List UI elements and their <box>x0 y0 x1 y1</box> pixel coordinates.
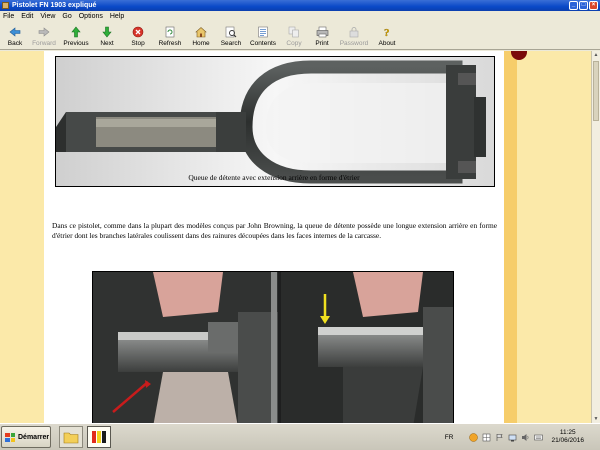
toolbar: Back Forward Previous Next Stop Refresh <box>0 22 600 50</box>
search-icon <box>224 26 238 39</box>
back-arrow-icon <box>8 26 22 39</box>
folder-icon <box>63 432 79 443</box>
maximize-button[interactable]: □ <box>579 1 588 10</box>
print-button[interactable]: Print <box>308 22 336 50</box>
refresh-icon <box>163 26 177 39</box>
menu-go[interactable]: Go <box>62 13 71 20</box>
help-viewer-icon <box>92 431 106 443</box>
trigger-photo <box>55 56 495 187</box>
forward-button[interactable]: Forward <box>28 22 60 50</box>
scroll-down-icon[interactable]: ▼ <box>592 415 600 423</box>
taskbar-help-viewer[interactable] <box>87 426 111 448</box>
password-button[interactable]: Password <box>336 22 372 50</box>
windows-logo-icon <box>5 432 15 442</box>
previous-button[interactable]: Previous <box>60 22 92 50</box>
notification-icon[interactable] <box>469 432 479 442</box>
window-title: Pistolet FN 1903 expliqué <box>12 2 97 9</box>
action-center-icon[interactable] <box>482 433 491 442</box>
content-area: Queue de détente avec extension arrière … <box>0 51 600 423</box>
taskbar: Démarrer FR 11:25 21/06/2016 <box>0 423 600 450</box>
menu-help[interactable]: Help <box>110 13 124 20</box>
window-title-bar[interactable]: Pistolet FN 1903 expliqué _ □ × <box>0 0 600 11</box>
minimize-button[interactable]: _ <box>569 1 578 10</box>
password-icon <box>347 26 361 39</box>
next-icon <box>100 26 114 39</box>
keyboard-icon[interactable] <box>534 433 544 442</box>
close-button[interactable]: × <box>589 1 598 10</box>
stop-button[interactable]: Stop <box>122 22 154 50</box>
menu-bar: File Edit View Go Options Help <box>0 11 600 22</box>
menu-file[interactable]: File <box>3 13 14 20</box>
clock-time: 11:25 <box>559 429 576 436</box>
menu-edit[interactable]: Edit <box>21 13 33 20</box>
print-icon <box>315 26 329 39</box>
scrollbar-thumb[interactable] <box>593 61 599 121</box>
home-button[interactable]: Home <box>186 22 216 50</box>
about-icon: ? <box>380 26 394 39</box>
clock-date: 21/06/2016 <box>551 437 584 444</box>
menu-view[interactable]: View <box>40 13 55 20</box>
system-tray: FR 11:25 21/06/2016 <box>445 424 600 450</box>
right-rail <box>504 51 517 423</box>
next-button[interactable]: Next <box>92 22 122 50</box>
speaker-icon[interactable] <box>521 433 530 442</box>
svg-text:?: ? <box>384 27 390 38</box>
forward-arrow-icon <box>37 26 51 39</box>
vertical-scrollbar[interactable]: ▲ ▼ <box>591 51 600 423</box>
network-icon[interactable] <box>508 433 517 442</box>
about-button[interactable]: ? About <box>372 22 402 50</box>
menu-options[interactable]: Options <box>79 13 103 20</box>
contents-button[interactable]: Contents <box>246 22 280 50</box>
photo-caption: Queue de détente avec extension arrière … <box>188 173 360 182</box>
start-button[interactable]: Démarrer <box>1 426 51 448</box>
copy-icon <box>287 26 301 39</box>
article-page: Queue de détente avec extension arrière … <box>44 51 504 423</box>
home-icon <box>194 26 208 39</box>
clock[interactable]: 11:25 21/06/2016 <box>551 429 584 445</box>
refresh-button[interactable]: Refresh <box>154 22 186 50</box>
scroll-up-icon[interactable]: ▲ <box>592 51 600 59</box>
copy-button[interactable]: Copy <box>280 22 308 50</box>
article-paragraph: Dans ce pistolet, comme dans la plupart … <box>52 221 497 240</box>
app-icon <box>2 2 9 9</box>
contents-icon <box>256 26 270 39</box>
search-button[interactable]: Search <box>216 22 246 50</box>
taskbar-file-explorer[interactable] <box>59 426 83 448</box>
flag-icon[interactable] <box>495 433 504 442</box>
language-indicator[interactable]: FR <box>445 434 454 441</box>
previous-icon <box>69 26 83 39</box>
frame-photo <box>92 271 454 423</box>
back-button[interactable]: Back <box>2 22 28 50</box>
stop-icon <box>131 26 145 39</box>
